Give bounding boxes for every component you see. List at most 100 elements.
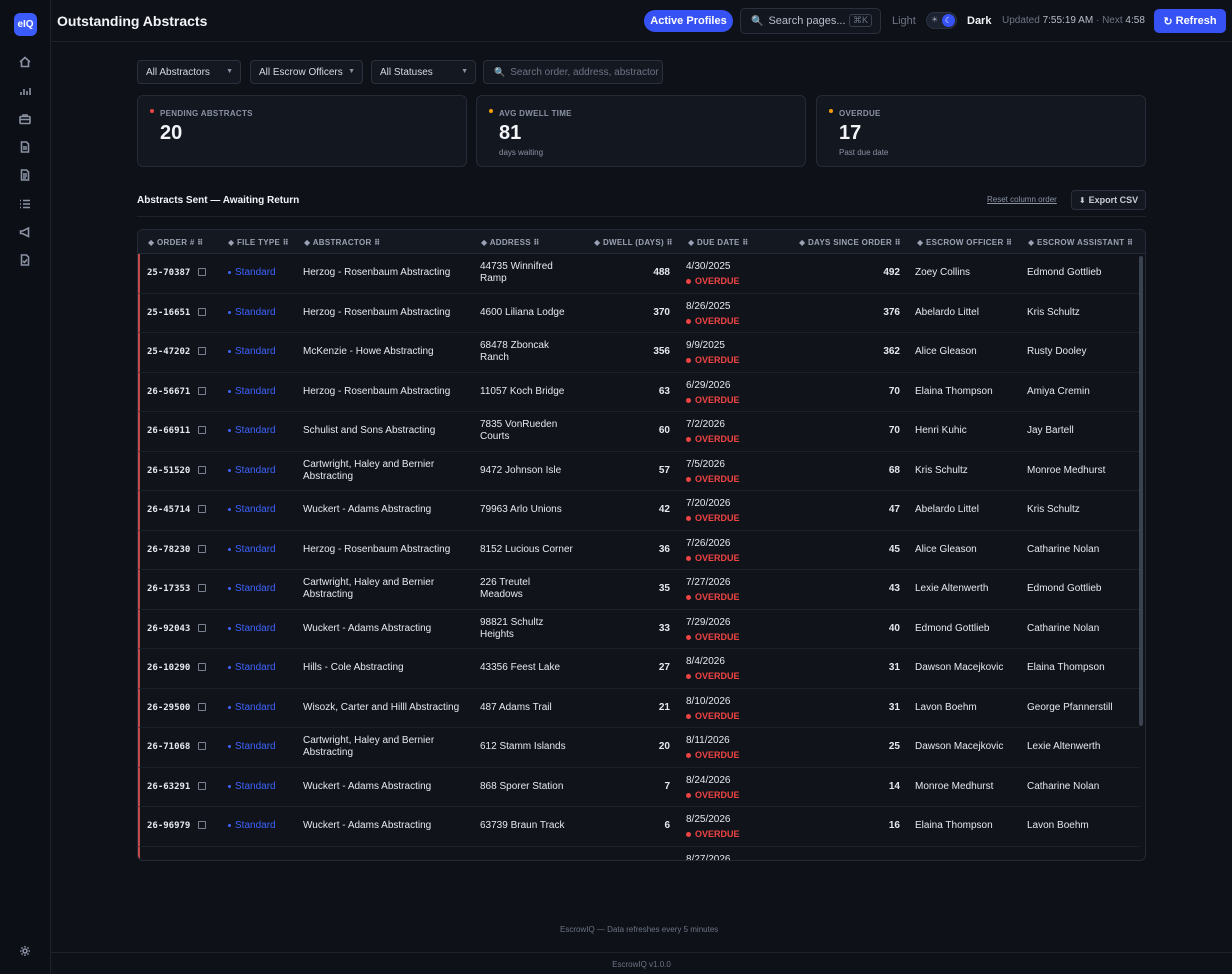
scrollbar[interactable] [1139,256,1143,726]
order-number[interactable]: 25-70387 [147,267,190,279]
briefcase-icon[interactable] [18,112,32,126]
copy-icon[interactable] [198,821,206,829]
abstractor-filter[interactable]: All Abstractors ▼ [137,60,241,84]
refresh-label: Refresh [1175,15,1217,27]
col-header-due-date[interactable]: ◆ DUE DATE ⠿ [688,238,749,247]
copy-icon[interactable] [198,307,206,316]
order-number[interactable]: 26-78230 [147,544,190,556]
file-type: Standard [228,820,276,832]
escrow-assistant: Elaina Thompson [1027,662,1105,674]
col-header-dwell[interactable]: ◆ DWELL (DAYS) ⠿ [594,238,673,247]
order-number[interactable]: 26-51520 [147,465,190,477]
abstractor-name: Schulist and Sons Abstracting [303,425,436,437]
copy-icon[interactable] [198,465,206,474]
megaphone-icon[interactable] [18,225,32,239]
document-icon[interactable] [18,140,32,154]
list-icon[interactable] [18,197,32,211]
order-number[interactable]: 26-71068 [147,741,190,753]
order-number[interactable]: 26-92043 [147,623,190,635]
col-header-escrow-assistant[interactable]: ◆ ESCROW ASSISTANT ⠿ [1028,238,1134,247]
table-row[interactable]: 25-47202 Standard McKenzie - Howe Abstract… [138,333,1139,373]
due-date: 7/5/2026 [686,458,725,470]
due-date: 7/2/2026 [686,419,725,430]
theme-dark-label[interactable]: Dark [967,15,991,27]
days-since-order: 31 [888,662,900,674]
refresh-icon: ↻ [1163,15,1173,28]
address: 44735 Winnifred Ramp [480,261,553,285]
escrow-assistant: Edmond Gottlieb [1027,583,1102,595]
escrow-officer-filter[interactable]: All Escrow Officers ▼ [250,60,363,84]
escrow-officer: Lavon Boehm [915,701,977,713]
copy-icon[interactable] [198,584,206,592]
dwell-days: 7 [664,780,670,792]
table-row[interactable]: 25-16651 Standard Herzog - Rosenbaum Abstr… [138,293,1139,333]
order-number[interactable]: 26-10290 [147,662,190,674]
copy-icon[interactable] [198,742,206,750]
file-type: Standard [228,583,276,595]
table-row[interactable]: 26-92043 Standard Wuckert - Adams Abstract… [138,609,1139,649]
copy-icon[interactable] [198,623,206,632]
download-icon: ⬇ [1078,195,1086,205]
col-header-order[interactable]: ◆ ORDER # ⠿ [148,238,204,247]
table-row[interactable]: 26-96979 Standard Wuckert - Adams Abstract… [138,807,1139,847]
file-check-icon[interactable] [18,253,32,267]
order-number[interactable]: 25-16651 [147,307,190,319]
table-row[interactable]: 8/27/2026 [138,846,1139,860]
escrow-officer: Alice Gleason [915,346,977,358]
table-row[interactable]: 26-10290 Standard Hills - Cole Abstracting… [138,649,1139,689]
table-row[interactable]: 26-66911 Standard Schulist and Sons Abstra… [138,412,1139,452]
copy-icon[interactable] [198,268,206,276]
col-header-escrow-officer[interactable]: ◆ ESCROW OFFICER ⠿ [917,238,1013,247]
col-header-address[interactable]: ◆ ADDRESS ⠿ [481,238,540,247]
table-row[interactable]: 26-29500 Standard Wisozk, Carter and Hilll… [138,688,1139,728]
copy-icon[interactable] [198,781,206,790]
days-since-order: 25 [888,741,900,753]
order-number[interactable]: 26-17353 [147,583,190,595]
col-header-file-type[interactable]: ◆ FILE TYPE ⠿ [228,238,289,247]
reset-column-order-link[interactable]: Reset column order [987,195,1057,204]
table-row[interactable]: 26-63291 Standard Wuckert - Adams Abstract… [138,767,1139,807]
order-number[interactable]: 26-66911 [147,425,190,437]
table-row[interactable]: 26-51520 Standard Cartwright, Haley and Be… [138,451,1139,491]
theme-toggle[interactable]: ☀ ☾ [926,12,957,29]
escrow-officer: Abelardo Littel [915,504,979,516]
abstractor-name: Wuckert - Adams Abstracting [303,820,432,832]
search-pages-input[interactable]: 🔍 Search pages... ⌘K [740,8,881,34]
copy-icon[interactable] [198,702,206,711]
copy-icon[interactable] [198,544,206,553]
escrow-officer: Abelardo Littel [915,306,979,318]
status-filter[interactable]: All Statuses ▼ [371,60,476,84]
table-row[interactable]: 26-17353 Standard Cartwright, Haley and Be… [138,570,1139,610]
order-number[interactable]: 25-47202 [147,346,190,358]
order-number[interactable]: 26-96979 [147,820,190,832]
copy-icon[interactable] [198,386,206,395]
col-header-abstractor[interactable]: ◆ ABSTRACTOR ⠿ [304,238,381,247]
chart-icon[interactable] [18,84,32,98]
copy-icon[interactable] [198,505,206,513]
settings-icon[interactable] [18,944,32,958]
table-row[interactable]: 25-70387 Standard Herzog - Rosenbaum Abstr… [138,254,1139,294]
table-row[interactable]: 26-45714 Standard Wuckert - Adams Abstract… [138,491,1139,531]
order-number[interactable]: 26-45714 [147,504,190,516]
col-header-days-since[interactable]: ◆ DAYS SINCE ORDER ⠿ [799,238,901,247]
table-search-input[interactable] [510,66,661,78]
table-row[interactable]: 26-71068 Standard Cartwright, Haley and Be… [138,728,1139,768]
copy-icon[interactable] [198,663,206,671]
theme-light-label[interactable]: Light [892,15,916,27]
table-row[interactable]: 26-78230 Standard Herzog - Rosenbaum Abstr… [138,530,1139,570]
home-icon[interactable] [18,55,32,69]
order-number[interactable]: 26-56671 [147,386,190,398]
dwell-days: 6 [664,820,670,832]
copy-icon[interactable] [198,426,206,434]
due-date: 6/29/2026 [686,379,731,391]
active-profiles-button[interactable]: Active Profiles [644,10,733,32]
file-text-icon[interactable] [18,168,32,182]
table-row[interactable]: 26-56671 Standard Herzog - Rosenbaum Abstr… [138,372,1139,412]
export-csv-button[interactable]: ⬇ Export CSV [1071,190,1146,210]
copy-icon[interactable] [198,347,206,355]
order-number[interactable]: 26-29500 [147,702,190,714]
order-number[interactable]: 26-63291 [147,781,190,793]
app-logo[interactable]: eIQ [14,13,37,36]
days-since-order: 31 [888,701,900,713]
refresh-button[interactable]: ↻ Refresh [1154,9,1226,33]
